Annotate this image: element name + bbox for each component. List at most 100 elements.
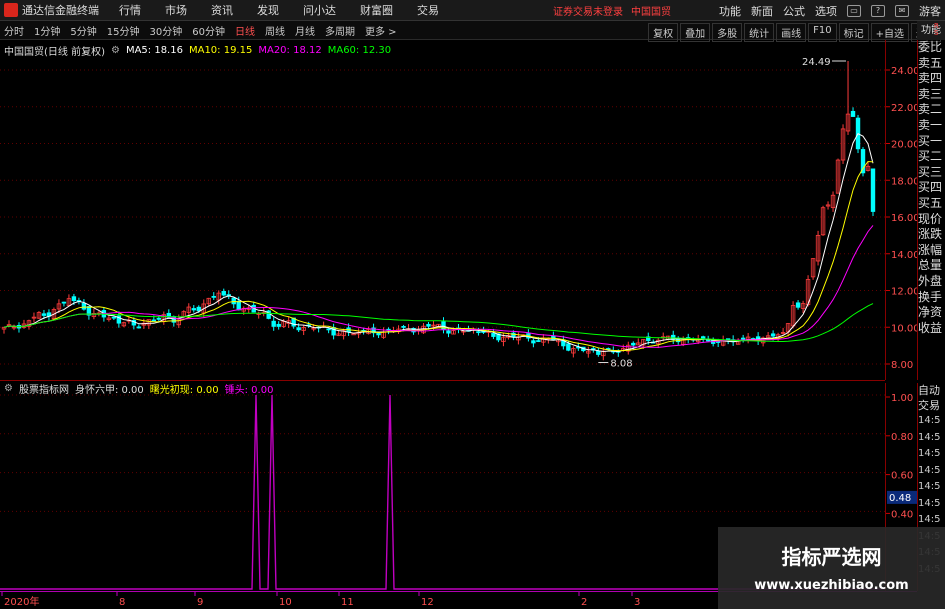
candle-body — [870, 168, 876, 212]
menu-item-new-page[interactable]: 新面 — [751, 3, 773, 19]
candle-body — [631, 342, 636, 346]
trade-time: 14:5 — [918, 481, 941, 492]
indicator-value-1: 身怀六甲: 0.00 — [74, 385, 144, 396]
period-tab[interactable]: 周线 — [265, 23, 285, 38]
period-tab[interactable]: 日线 — [235, 23, 255, 38]
candle-body — [700, 336, 706, 339]
price-tick-label: 22.00 — [891, 103, 918, 114]
help-icon[interactable]: ? — [871, 5, 885, 17]
menu-item-options[interactable]: 选项 — [815, 3, 837, 19]
date-label: 10 — [279, 597, 292, 608]
candle-body — [596, 350, 601, 355]
period-tab[interactable]: 月线 — [295, 23, 315, 38]
candle-body — [476, 331, 481, 334]
menu-item-news[interactable]: 资讯 — [211, 2, 233, 18]
current-stock-name: 中国国贸 — [631, 6, 671, 18]
side-function-button[interactable]: 功能 — [917, 21, 945, 40]
corner-indicator: RS — [934, 22, 939, 37]
date-label: 12 — [421, 597, 434, 608]
candle-body — [71, 296, 77, 302]
candle-body — [111, 316, 117, 319]
period-tab[interactable]: 15分钟 — [107, 23, 140, 38]
settings-icon[interactable]: ⚙ — [111, 45, 120, 56]
candle-body — [231, 297, 236, 305]
period-tab[interactable]: 30分钟 — [149, 23, 182, 38]
settings-icon[interactable]: ⚙ — [4, 383, 13, 394]
kline-chart[interactable]: 24.49 8.08 — [0, 40, 885, 380]
watermark-title: 指标严选网 — [781, 545, 882, 569]
ma20-label: MA20: 18.12 — [258, 45, 322, 56]
quote-item: 总量 — [918, 258, 943, 273]
quote-item: 买二 — [918, 149, 943, 164]
quote-item: 卖一 — [918, 117, 943, 132]
candle-body — [156, 317, 162, 320]
period-toolbar: 分时 1分钟 5分钟 15分钟 30分钟 60分钟 日线 周线 月线 多周期 更多 > 复权 叠加 多股… — [0, 21, 945, 42]
candle-body — [196, 306, 201, 312]
date-label: 2 — [581, 597, 587, 608]
candle-body — [536, 340, 541, 342]
period-tab[interactable]: 1分钟 — [34, 23, 60, 38]
auto-label[interactable]: 自动 — [918, 383, 945, 398]
menu-item-market[interactable]: 市场 — [165, 2, 187, 18]
menu-right: 功能 新面 公式 选项 ▭ ? ✉ 游客 — [709, 3, 941, 19]
quote-item: 现价 — [918, 211, 943, 226]
quote-item: 买四 — [918, 180, 943, 195]
stock-title: 中国国贸(日线 前复权) — [4, 47, 105, 58]
date-label: 9 — [197, 597, 203, 608]
period-tab[interactable]: 多周期 — [325, 23, 355, 38]
trade-time: 14:5 — [918, 415, 941, 426]
candle-body — [326, 328, 331, 331]
quote-side-panel: 委比 卖五 卖四 卖三 卖二 卖一 买一 买二 买三 买四 买五 现价 涨跌 涨幅 总量 外盘 换手 净资 收益 — [917, 40, 945, 380]
main-menu: 行情 市场 资讯 发现 问小达 财富圈 交易 — [119, 2, 463, 18]
quote-item: 买五 — [918, 195, 943, 210]
menu-item-wealth[interactable]: 财富圈 — [360, 2, 393, 18]
kline-svg[interactable]: 24.49 8.08 — [0, 40, 885, 380]
price-tick-label: 24.00 — [891, 66, 918, 77]
candle-body — [426, 323, 431, 327]
menu-item-discover[interactable]: 发现 — [257, 2, 279, 18]
quote-item: 净资 — [918, 305, 943, 320]
candle-body — [211, 295, 216, 298]
menu-item-formula[interactable]: 公式 — [783, 3, 805, 19]
current-value-label: 0.48 — [889, 493, 911, 504]
candle-body — [151, 319, 157, 322]
user-label[interactable]: 游客 — [919, 3, 941, 19]
candle-body — [236, 300, 241, 311]
price-axis-svg: 24.00 22.00 20.00 18.00 16.00 14.00 12.00 10.00… — [886, 66, 920, 371]
period-tab[interactable]: 5分钟 — [70, 23, 96, 38]
menu-item-function[interactable]: 功能 — [719, 3, 741, 19]
trade-label[interactable]: 交易 — [918, 398, 945, 413]
price-axis: 24.00 22.00 20.00 18.00 16.00 14.00 12.00 10.00… — [885, 40, 920, 380]
candle-body — [136, 326, 142, 329]
indicator-tick-label: 0.80 — [891, 432, 913, 443]
indicator-tick-label: 1.00 — [891, 393, 913, 404]
period-tab[interactable]: 分时 — [4, 23, 24, 38]
menu-item-trade[interactable]: 交易 — [417, 2, 439, 18]
indicator-tick-label: 0.40 — [891, 509, 913, 520]
candle-body — [566, 343, 571, 351]
ma60-label: MA60: 12.30 — [327, 45, 392, 56]
watermark: 指标严选网 www.xuezhibiao.com — [718, 527, 945, 609]
menu-bar: 通达信金融终端 行情 市场 资讯 发现 问小达 财富圈 交易 证券交易未登录 中… — [0, 0, 945, 21]
quote-item: 委比 — [918, 40, 943, 54]
window-icon[interactable]: ▭ — [847, 5, 861, 17]
candle-body — [276, 323, 281, 327]
candle-body — [61, 301, 67, 304]
period-tab[interactable]: 更多 > — [365, 23, 397, 38]
mail-icon[interactable]: ✉ — [895, 5, 909, 17]
trade-time: 14:5 — [918, 431, 941, 443]
period-tab[interactable]: 60分钟 — [192, 23, 225, 38]
indicator-value-2: 曙光初现: 0.00 — [149, 385, 219, 396]
ma5-label: MA5: 18.16 — [125, 45, 183, 56]
quote-item: 涨跌 — [918, 227, 943, 242]
menu-item-ask[interactable]: 问小达 — [303, 2, 336, 18]
price-tick-label: 10.00 — [891, 323, 918, 334]
high-price-label: 24.49 — [802, 57, 831, 68]
quote-item: 卖二 — [918, 102, 943, 117]
login-notice[interactable]: 证券交易未登录 — [553, 3, 623, 18]
indicator-legend: ⚙ 股票指标网 身怀六甲: 0.00 曙光初现: 0.00 锤头: 0.00 — [4, 381, 279, 396]
menu-item-quotes[interactable]: 行情 — [119, 2, 141, 18]
quote-item: 买一 — [918, 133, 943, 148]
ma-legend: 中国国贸(日线 前复权) ⚙ MA5: 18.16 MA10: 19.15 MA… — [4, 43, 397, 58]
date-label: 3 — [634, 597, 640, 608]
